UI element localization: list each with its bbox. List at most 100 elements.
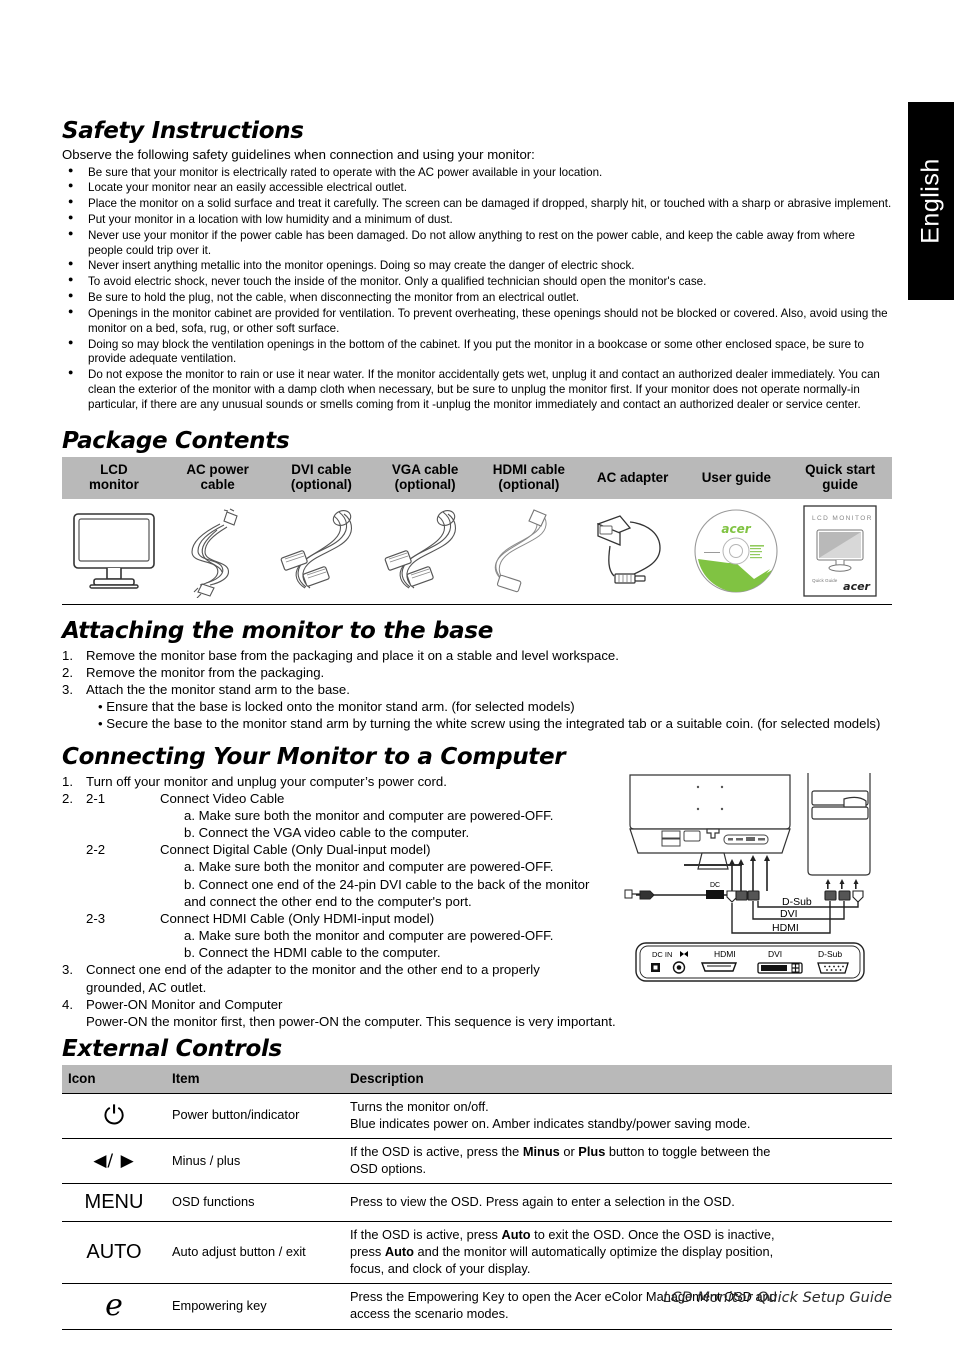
step-text: Power-ON Monitor and Computer <box>86 996 283 1012</box>
package-contents-table-wrap: LCD monitor AC power cable DVI cable (optiona… <box>62 456 892 605</box>
safety-bullet-item: Never insert anything metallic into the … <box>62 258 892 274</box>
external-controls-row: MΕNU OSD functions Press to view the OSD. … <box>62 1183 892 1222</box>
external-controls-icon-cell: MΕNU <box>62 1183 166 1222</box>
package-contents-header-row: LCD monitor AC power cable DVI cable (optiona… <box>62 456 892 499</box>
ac-power-cable-icon <box>166 504 270 599</box>
step-text: a. Make sure both the monitor and comput… <box>184 859 554 875</box>
package-header-cell: DVI cable (optional) <box>269 456 374 499</box>
connecting-step: and connect the other end to the compute… <box>62 893 622 910</box>
connecting-step: b. Connect one end of the 24-pin DVI cab… <box>62 876 622 893</box>
diagram-label-dsub: D-Sub <box>782 896 812 908</box>
connecting-step: 3. Connect one end of the adapter to the … <box>62 961 622 978</box>
external-controls-heading: External Controls <box>62 1035 282 1062</box>
package-header-cell: AC power cable <box>165 456 270 499</box>
step-number: 2. <box>62 790 73 806</box>
package-header-cell: Quick start guide <box>788 456 892 499</box>
description-line: If the OSD is active, press the Minus or… <box>350 1144 771 1160</box>
description-line: focus, and clock of your display. <box>350 1260 531 1276</box>
description-line: Press to view the OSD. Press again to en… <box>350 1194 735 1210</box>
step-text: b. Connect the VGA video cable to the co… <box>184 825 470 841</box>
package-contents-table: LCD monitor AC power cable DVI cable (optiona… <box>62 456 892 604</box>
svg-text:acer: acer <box>843 580 870 593</box>
step-text: a. Make sure both the monitor and comput… <box>184 928 554 944</box>
package-cell-hdmi-cable <box>477 499 581 604</box>
attaching-sub-bullet: Ensure that the base is locked onto the … <box>62 698 892 715</box>
keyword: Auto <box>384 1244 414 1260</box>
external-controls-header-row: Icon Item Description <box>62 1064 892 1094</box>
safety-instructions-heading: Safety Instructions <box>62 118 304 144</box>
package-header-cell: VGA cable (optional) <box>373 456 477 499</box>
attaching-step: 3. Attach the the monitor stand arm to th… <box>62 681 892 698</box>
external-controls-header-cell: Icon <box>62 1064 166 1094</box>
diagram-label-hdmi: HDMI <box>772 922 799 934</box>
power-button-icon[interactable]: ⏻ <box>104 1103 125 1129</box>
description-line: OSD options. <box>350 1160 427 1176</box>
step-text: b. Connect one end of the 24-pin DVI cab… <box>184 876 590 892</box>
step-text: and connect the other end to the compute… <box>184 893 472 909</box>
step-text: Turn off your monitor and unplug your co… <box>86 773 447 789</box>
page-root: English Safety Instructions Observe the … <box>0 0 954 1352</box>
dvi-cable-icon <box>270 504 374 598</box>
svg-text:LCD MONITOR: LCD MONITOR <box>812 515 873 522</box>
attaching-step: 1. Remove the monitor base from the packa… <box>62 647 892 664</box>
external-controls-header-cell: Description <box>344 1064 892 1094</box>
package-cell-user-guide: acer <box>685 499 789 604</box>
safety-bullet-list: Be sure that your monitor is electricall… <box>62 165 892 413</box>
svg-text:D-Sub: D-Sub <box>818 949 842 959</box>
external-controls-icon-cell: ⏻ <box>62 1092 166 1139</box>
package-header-cell: LCD monitor <box>62 456 166 499</box>
external-controls-description-cell: Press to view the OSD. Press again to en… <box>344 1183 892 1222</box>
safety-bullet-item: Place the monitor on a solid surface and… <box>62 196 892 212</box>
attaching-heading: Attaching the monitor to the base <box>62 617 494 644</box>
substep-number: 2-1 <box>86 790 106 806</box>
connecting-row: 1. Turn off your monitor and unplug your … <box>62 772 892 1030</box>
external-controls-icon-cell: ◀/ ▶ <box>62 1138 166 1184</box>
connecting-step: 2-2 Connect Digital Cable (Only Dual-inpu… <box>62 841 622 858</box>
step-number: 1. <box>62 773 73 789</box>
step-text: Remove the monitor from the packaging. <box>86 665 325 680</box>
package-cell-quick-start-guide: LCD MONITOR Quick Guide acer <box>788 499 892 604</box>
description-line: access the scenario modes. <box>350 1305 509 1321</box>
package-header-cell: AC adapter <box>580 456 685 499</box>
connecting-heading: Connecting Your Monitor to a Computer <box>62 743 566 770</box>
ac-adapter-icon <box>581 504 685 598</box>
vga-cable-icon <box>373 504 477 598</box>
svg-text:HDMI: HDMI <box>714 949 736 959</box>
diagram-label-dc: DC <box>710 882 720 889</box>
description-line: press Auto and the monitor will automati… <box>350 1244 774 1260</box>
auto-button-icon[interactable]: AUTO <box>86 1239 141 1265</box>
connecting-step: b. Connect the VGA video cable to the co… <box>62 824 622 841</box>
external-controls-row: ⏻ Power button/indicator Turns the monitor… <box>62 1092 892 1139</box>
step-text: Attach the the monitor stand arm to the … <box>86 682 350 698</box>
step-text: Connect one end of the adapter to the mo… <box>86 962 540 978</box>
external-controls-description-cell: Turns the monitor on/off. Blue indicates … <box>344 1092 892 1139</box>
description-line: Blue indicates power on. Amber indicates… <box>350 1115 751 1131</box>
safety-bullet-item: Never use your monitor if the power cabl… <box>62 228 892 259</box>
safety-intro: Observe the following safety guidelines … <box>62 147 535 162</box>
svg-text:DC IN: DC IN <box>652 950 672 959</box>
external-controls-description-cell: If the OSD is active, press the Minus or… <box>344 1138 892 1184</box>
minus-plus-arrows-icon[interactable]: ◀/ ▶ <box>93 1150 134 1172</box>
description-line: Turns the monitor on/off. <box>350 1098 489 1114</box>
connecting-step: 1. Turn off your monitor and unplug your … <box>62 773 622 790</box>
lcd-monitor-icon <box>62 508 166 594</box>
menu-button-icon[interactable]: MΕNU <box>85 1189 144 1215</box>
connecting-step: 2-3 Connect HDMI Cable (Only HDMI-input m… <box>62 910 622 927</box>
keyword: Auto <box>501 1227 531 1243</box>
external-controls-item-cell: Auto adjust button / exit <box>166 1221 344 1284</box>
external-controls-description-cell: If the OSD is active, press Auto to exit… <box>344 1221 892 1284</box>
svg-text:Quick Guide: Quick Guide <box>812 578 838 583</box>
package-cell-ac-adapter <box>581 499 685 604</box>
step-number: 3. <box>62 962 73 978</box>
port-panel: DC IN HDMI DVI D-Sub <box>635 941 865 982</box>
external-controls-item-cell: Minus / plus <box>166 1138 344 1184</box>
package-cell-ac-power-cable <box>166 499 270 604</box>
external-controls-header-cell: Item <box>166 1064 344 1094</box>
package-cell-lcd-monitor <box>62 499 166 604</box>
step-text: Connect HDMI Cable (Only HDMI-input mode… <box>160 910 435 926</box>
diagram-label-dvi: DVI <box>780 908 798 920</box>
safety-bullet-item: Doing so may block the ventilation openi… <box>62 337 892 368</box>
safety-bullet-item: To avoid electric shock, never touch the… <box>62 274 892 290</box>
safety-bullet-item: Openings in the monitor cabinet are prov… <box>62 306 892 337</box>
safety-bullet-item: Locate your monitor near an easily acces… <box>62 180 892 196</box>
